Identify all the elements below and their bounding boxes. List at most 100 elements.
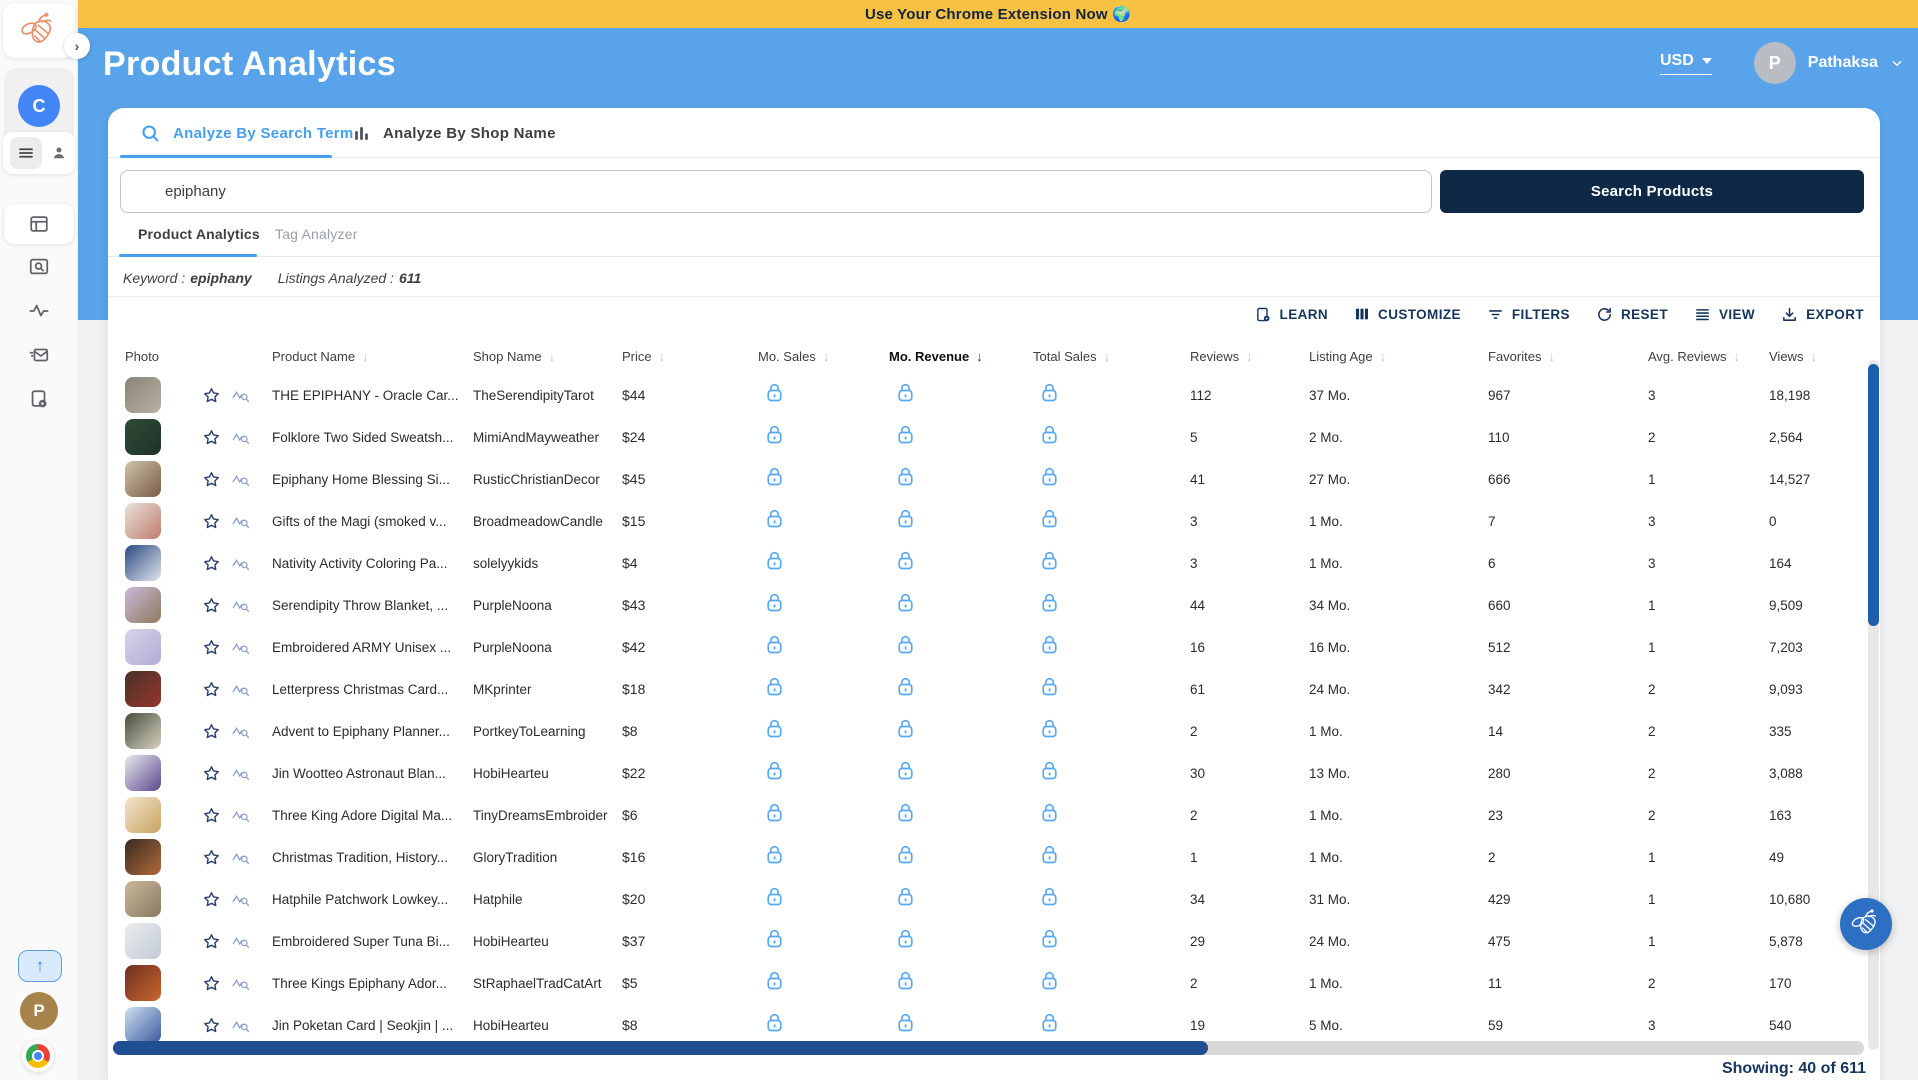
reset-button[interactable]: RESET: [1596, 306, 1668, 323]
table-row[interactable]: Three Kings Epiphany Ador... StRaphaelTr…: [108, 962, 1864, 1004]
trend-analytics-icon[interactable]: [231, 1016, 250, 1035]
table-row[interactable]: Christmas Tradition, History... GloryTra…: [108, 836, 1864, 878]
mo-sales-locked[interactable]: [758, 887, 889, 912]
mo-sales-locked[interactable]: [758, 1013, 889, 1038]
column-header-product-name[interactable]: Product Name↓: [272, 349, 473, 364]
shop-name[interactable]: MKprinter: [473, 682, 622, 697]
product-name[interactable]: Christmas Tradition, History...: [272, 850, 473, 865]
mo-revenue-locked[interactable]: [889, 887, 1033, 912]
sidebar-item-email[interactable]: [0, 340, 78, 370]
assistant-bee-button[interactable]: [1840, 898, 1892, 950]
mo-revenue-locked[interactable]: [889, 761, 1033, 786]
sidebar-item-tutorials[interactable]: [0, 384, 78, 414]
trend-analytics-icon[interactable]: [231, 932, 250, 951]
table-row[interactable]: Serendipity Throw Blanket, ... PurpleNoo…: [108, 584, 1864, 626]
favorite-star-icon[interactable]: [202, 1016, 221, 1035]
trend-analytics-icon[interactable]: [231, 512, 250, 531]
column-header-mo-revenue[interactable]: Mo. Revenue↓: [889, 349, 1033, 364]
export-button[interactable]: EXPORT: [1781, 306, 1864, 323]
favorite-star-icon[interactable]: [202, 470, 221, 489]
sort-icon[interactable]: ↓: [1104, 349, 1111, 364]
shop-name[interactable]: PortkeyToLearning: [473, 724, 622, 739]
total-sales-locked[interactable]: [1033, 677, 1190, 702]
product-photo[interactable]: [125, 755, 161, 791]
column-header-price[interactable]: Price↓: [622, 349, 758, 364]
mo-sales-locked[interactable]: [758, 551, 889, 576]
product-name[interactable]: Gifts of the Magi (smoked v...: [272, 514, 473, 529]
sort-icon[interactable]: ↓: [1380, 349, 1387, 364]
favorite-star-icon[interactable]: [202, 722, 221, 741]
currency-selector[interactable]: USD: [1660, 52, 1712, 75]
shop-name[interactable]: PurpleNoona: [473, 598, 622, 613]
trend-analytics-icon[interactable]: [231, 680, 250, 699]
mo-revenue-locked[interactable]: [889, 467, 1033, 492]
mo-revenue-locked[interactable]: [889, 677, 1033, 702]
table-row[interactable]: Embroidered Super Tuna Bi... HobiHearteu…: [108, 920, 1864, 962]
product-photo[interactable]: [125, 503, 161, 539]
product-name[interactable]: Jin Wootteo Astronaut Blan...: [272, 766, 473, 781]
total-sales-locked[interactable]: [1033, 887, 1190, 912]
trend-analytics-icon[interactable]: [231, 428, 250, 447]
mo-revenue-locked[interactable]: [889, 1013, 1033, 1038]
mo-sales-locked[interactable]: [758, 845, 889, 870]
favorite-star-icon[interactable]: [202, 848, 221, 867]
favorite-star-icon[interactable]: [202, 932, 221, 951]
mo-revenue-locked[interactable]: [889, 593, 1033, 618]
sidebar-item-activity[interactable]: [0, 296, 78, 326]
total-sales-locked[interactable]: [1033, 593, 1190, 618]
favorite-star-icon[interactable]: [202, 554, 221, 573]
sort-icon[interactable]: ↓: [1810, 349, 1817, 364]
mo-revenue-locked[interactable]: [889, 551, 1033, 576]
sort-icon[interactable]: ↓: [659, 349, 666, 364]
shop-name[interactable]: PurpleNoona: [473, 640, 622, 655]
product-photo[interactable]: [125, 797, 161, 833]
table-row[interactable]: Jin Poketan Card | Seokjin | ... HobiHea…: [108, 1004, 1864, 1046]
total-sales-locked[interactable]: [1033, 719, 1190, 744]
tab-analyze-by-search-term[interactable]: Analyze By Search Term: [140, 108, 354, 158]
search-input[interactable]: [120, 170, 1432, 213]
favorite-star-icon[interactable]: [202, 428, 221, 447]
mo-sales-locked[interactable]: [758, 803, 889, 828]
chrome-extension-button[interactable]: [22, 1040, 54, 1072]
mo-revenue-locked[interactable]: [889, 803, 1033, 828]
shop-name[interactable]: HobiHearteu: [473, 766, 622, 781]
trend-analytics-icon[interactable]: [231, 554, 250, 573]
favorite-star-icon[interactable]: [202, 386, 221, 405]
tab-analyze-by-shop-name[interactable]: Analyze By Shop Name: [352, 108, 556, 158]
column-header-listing-age[interactable]: Listing Age↓: [1309, 349, 1488, 364]
trend-analytics-icon[interactable]: [231, 848, 250, 867]
product-name[interactable]: Folklore Two Sided Sweatsh...: [272, 430, 473, 445]
sidebar-user-avatar[interactable]: P: [20, 992, 58, 1030]
sort-icon[interactable]: ↓: [823, 349, 830, 364]
product-photo[interactable]: [125, 713, 161, 749]
mo-sales-locked[interactable]: [758, 761, 889, 786]
total-sales-locked[interactable]: [1033, 551, 1190, 576]
sidebar-collapse-button[interactable]: ›: [64, 33, 90, 59]
column-header-favorites[interactable]: Favorites↓: [1488, 349, 1648, 364]
workspace-avatar[interactable]: C: [18, 85, 60, 127]
mo-revenue-locked[interactable]: [889, 383, 1033, 408]
mo-revenue-locked[interactable]: [889, 845, 1033, 870]
search-products-button[interactable]: Search Products: [1440, 170, 1864, 213]
shop-name[interactable]: TheSerendipityTarot: [473, 388, 622, 403]
product-name[interactable]: Nativity Activity Coloring Pa...: [272, 556, 473, 571]
product-name[interactable]: THE EPIPHANY - Oracle Car...: [272, 388, 473, 403]
mo-sales-locked[interactable]: [758, 971, 889, 996]
table-row[interactable]: Hatphile Patchwork Lowkey... Hatphile $2…: [108, 878, 1864, 920]
favorite-star-icon[interactable]: [202, 974, 221, 993]
favorite-star-icon[interactable]: [202, 764, 221, 783]
column-header-reviews[interactable]: Reviews↓: [1190, 349, 1309, 364]
product-name[interactable]: Three King Adore Digital Ma...: [272, 808, 473, 823]
total-sales-locked[interactable]: [1033, 383, 1190, 408]
mo-revenue-locked[interactable]: [889, 929, 1033, 954]
column-header-mo-sales[interactable]: Mo. Sales↓: [758, 349, 889, 364]
product-name[interactable]: Letterpress Christmas Card...: [272, 682, 473, 697]
mo-sales-locked[interactable]: [758, 593, 889, 618]
mo-revenue-locked[interactable]: [889, 719, 1033, 744]
product-photo[interactable]: [125, 461, 161, 497]
trend-analytics-icon[interactable]: [231, 596, 250, 615]
sort-icon[interactable]: ↓: [1548, 349, 1555, 364]
trend-analytics-icon[interactable]: [231, 470, 250, 489]
sidebar-item-dashboard[interactable]: [4, 204, 74, 244]
column-header-total-sales[interactable]: Total Sales↓: [1033, 349, 1190, 364]
